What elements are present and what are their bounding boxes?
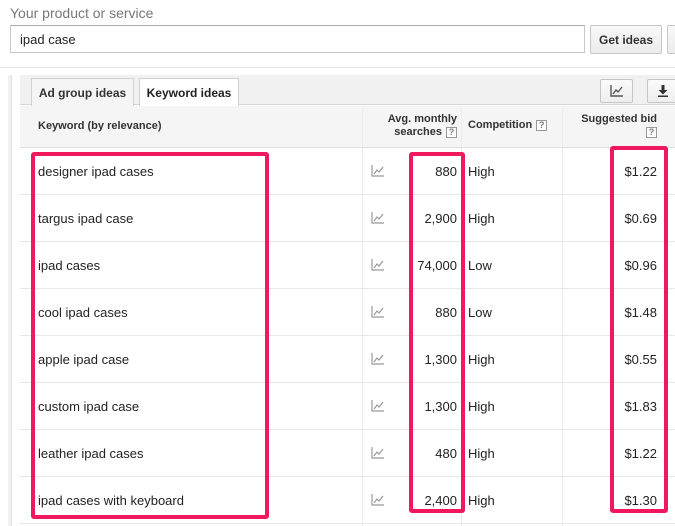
table-row: custom ipad case 1,300 High $1.83 [20,383,675,430]
competition-cell: High [468,351,495,367]
competition-cell: High [468,492,495,508]
download-icon [658,85,668,97]
trend-chart-icon[interactable] [370,477,386,523]
get-ideas-button[interactable]: Get ideas [590,25,662,54]
header-suggested-bid[interactable]: Suggested bid ? [581,113,657,139]
suggested-bid-cell: $0.69 [624,210,657,226]
table-row: cool ipad cases 880 Low $1.48 [20,289,675,336]
header-bid-label: Suggested bid [581,113,657,125]
header-avg-line2: searches? [388,126,457,139]
trend-chart-icon[interactable] [370,289,386,335]
keyword-cell[interactable]: leather ipad cases [38,430,144,476]
suggested-bid-cell: $1.83 [624,398,657,414]
competition-cell: High [468,445,495,461]
trend-chart-icon[interactable] [370,242,386,288]
chart-view-button[interactable] [600,79,633,103]
table-row: designer ipad cases 880 High $1.22 [20,148,675,195]
search-field-label: Your product or service [10,5,154,21]
line-chart-icon [609,85,623,97]
header-avg-monthly-searches[interactable]: Avg. monthly searches? [388,113,457,139]
table-header-row: Keyword (by relevance) Avg. monthly sear… [20,106,675,148]
keyword-cell[interactable]: cool ipad cases [38,289,128,335]
avg-monthly-searches-cell: 2,900 [424,210,457,226]
header-competition[interactable]: Competition? [468,119,548,131]
keyword-cell[interactable]: apple ipad case [38,336,129,382]
keyword-cell[interactable]: designer ipad cases [38,148,154,194]
help-icon[interactable]: ? [536,119,548,131]
avg-monthly-searches-cell: 2,400 [424,492,457,508]
help-icon[interactable]: ? [446,126,457,138]
competition-cell: High [468,398,495,414]
avg-monthly-searches-cell: 1,300 [424,398,457,414]
keyword-cell[interactable]: custom ipad case [38,383,139,429]
keyword-cell[interactable]: ipad cases with keyboard [38,477,184,523]
keyword-cell[interactable]: targus ipad case [38,195,133,241]
header-avg-line1: Avg. monthly [387,113,457,125]
table-row: apple ipad case 1,300 High $0.55 [20,336,675,383]
suggested-bid-cell: $1.22 [624,445,657,461]
suggested-bid-cell: $0.96 [624,257,657,273]
trend-chart-icon[interactable] [370,148,386,194]
avg-monthly-searches-cell: 74,000 [417,257,457,273]
avg-monthly-searches-cell: 1,300 [424,351,457,367]
suggested-bid-cell: $1.22 [624,163,657,179]
avg-monthly-searches-cell: 880 [435,304,457,320]
trend-chart-icon[interactable] [370,336,386,382]
download-button[interactable] [647,79,675,103]
trend-chart-icon[interactable] [370,195,386,241]
competition-cell: High [468,163,495,179]
left-rail [8,75,12,526]
table-row: ipad cases with keyboard 2,400 High $1.30 [20,477,675,524]
table-row: targus ipad case 2,900 High $0.69 [20,195,675,242]
tab-keyword-ideas[interactable]: Keyword ideas [139,78,239,107]
trend-chart-icon[interactable] [370,430,386,476]
header-keyword[interactable]: Keyword (by relevance) [38,120,162,132]
competition-cell: Low [468,257,492,273]
keyword-cell[interactable]: ipad cases [38,242,100,288]
product-search-input[interactable] [10,25,585,53]
table-row: leather ipad cases 480 High $1.22 [20,430,675,477]
suggested-bid-cell: $1.48 [624,304,657,320]
tab-ad-group-ideas[interactable]: Ad group ideas [31,78,134,106]
avg-monthly-searches-cell: 480 [435,445,457,461]
secondary-button[interactable] [667,25,675,54]
suggested-bid-cell: $1.30 [624,492,657,508]
section-divider [0,67,675,68]
suggested-bid-cell: $0.55 [624,351,657,367]
help-icon[interactable]: ? [646,126,657,138]
avg-monthly-searches-cell: 880 [435,163,457,179]
competition-cell: High [468,210,495,226]
trend-chart-icon[interactable] [370,383,386,429]
competition-cell: Low [468,304,492,320]
table-row: ipad cases 74,000 Low $0.96 [20,242,675,289]
